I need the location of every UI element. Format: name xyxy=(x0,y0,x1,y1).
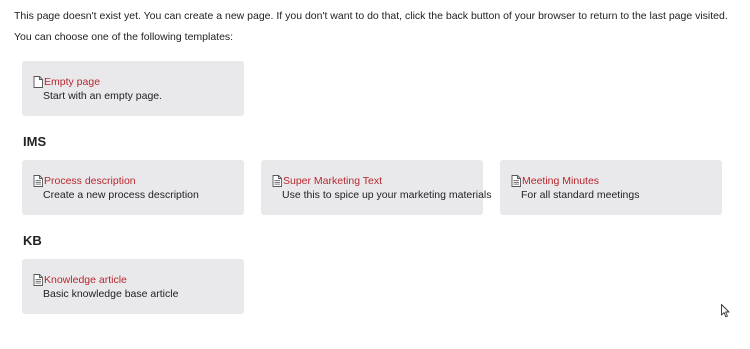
template-link-meeting-minutes[interactable]: Meeting Minutes xyxy=(522,175,599,187)
template-prompt: You can choose one of the following temp… xyxy=(14,31,234,43)
template-card-super-marketing-text[interactable]: Super Marketing Text Use this to spice u… xyxy=(261,160,492,215)
template-card-meeting-minutes[interactable]: Meeting Minutes For all standard meeting… xyxy=(500,160,722,215)
template-card-knowledge-article[interactable]: Knowledge article Basic knowledge base a… xyxy=(22,259,244,314)
document-icon xyxy=(33,274,43,286)
section-heading-kb: KB xyxy=(23,233,42,248)
document-icon xyxy=(511,175,521,187)
template-link-knowledge-article[interactable]: Knowledge article xyxy=(44,274,127,286)
section-heading-ims: IMS xyxy=(23,134,47,149)
template-link-empty-page[interactable]: Empty page xyxy=(44,76,100,88)
template-link-super-marketing-text[interactable]: Super Marketing Text xyxy=(283,175,382,187)
template-description: Start with an empty page. xyxy=(43,90,163,102)
document-icon xyxy=(272,175,282,187)
template-description: Use this to spice up your marketing mate… xyxy=(282,189,492,201)
template-description: Create a new process description xyxy=(43,189,199,201)
template-description: For all standard meetings xyxy=(521,189,640,201)
create-page-view: This page doesn't exist yet. You can cre… xyxy=(0,0,750,349)
template-card-empty-page[interactable]: Empty page Start with an empty page. xyxy=(22,61,244,116)
template-card-process-description[interactable]: Process description Create a new process… xyxy=(22,160,244,215)
intro-message: This page doesn't exist yet. You can cre… xyxy=(14,10,728,22)
template-link-process-description[interactable]: Process description xyxy=(44,175,136,187)
template-description: Basic knowledge base article xyxy=(43,288,179,300)
document-icon xyxy=(33,175,43,187)
mouse-cursor-icon xyxy=(721,304,731,318)
blank-page-icon xyxy=(33,76,43,88)
